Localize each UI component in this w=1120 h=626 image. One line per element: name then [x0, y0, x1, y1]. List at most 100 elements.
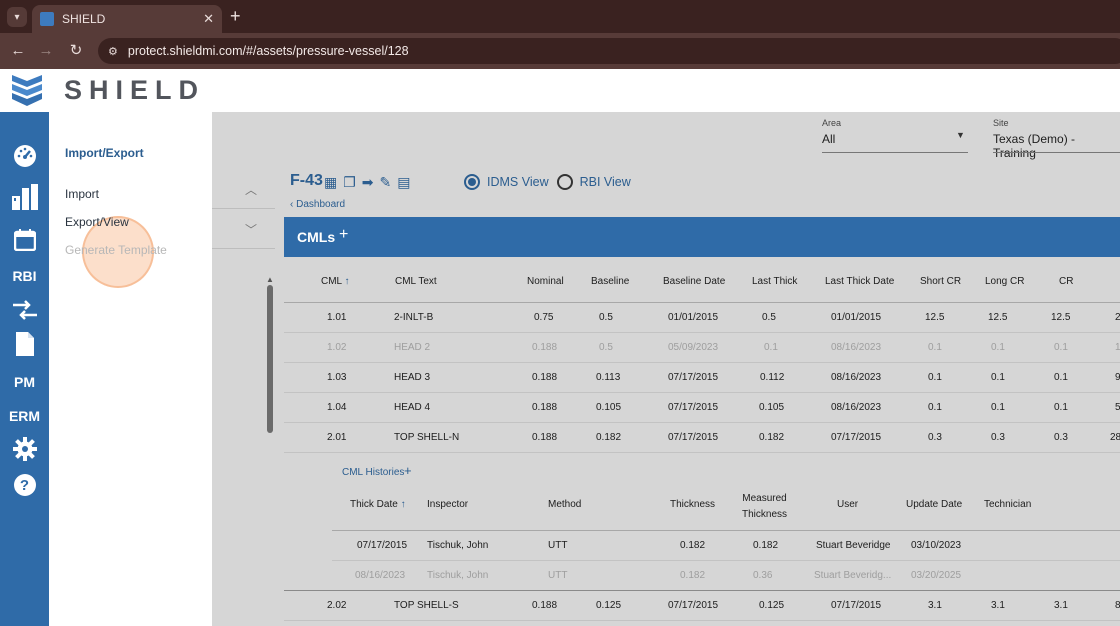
- col-cml-text[interactable]: CML Text: [395, 276, 437, 287]
- hcol-thickness[interactable]: Thickness: [670, 499, 715, 510]
- report-icon[interactable]: ▤: [397, 174, 410, 191]
- col-cr[interactable]: CR: [1059, 276, 1073, 287]
- cell-nominal: 0.188: [532, 402, 558, 413]
- area-filter[interactable]: Area All: [822, 118, 841, 146]
- add-cml-button[interactable]: +: [339, 226, 348, 244]
- rbi-view-radio[interactable]: [556, 174, 573, 190]
- calculator-icon[interactable]: ▦: [324, 174, 337, 191]
- submenu-item-generate-template[interactable]: Generate Template: [65, 243, 167, 257]
- radio-selected-dot: [468, 178, 476, 186]
- panel-row-1[interactable]: ︿: [212, 169, 275, 209]
- table-row[interactable]: 1.04 HEAD 4 0.188 0.105 07/17/2015 0.105…: [284, 393, 1120, 423]
- sort-asc-icon: ↑: [344, 276, 350, 287]
- hcol-measured-thickness[interactable]: Measured Thickness: [742, 491, 787, 523]
- cell-short-cr: 12.5: [925, 312, 945, 323]
- forward-arrow-icon[interactable]: →: [36, 41, 56, 61]
- logo-text: SHIELD: [64, 75, 206, 105]
- history-row[interactable]: 07/17/2015 Tischuk, John UTT 0.182 0.182…: [332, 531, 1120, 561]
- cell-baseline-date: 05/09/2023: [668, 342, 719, 353]
- table-row[interactable]: 2.01 TOP SHELL-N 0.188 0.182 07/17/2015 …: [284, 423, 1120, 453]
- scrollbar[interactable]: ▲: [266, 275, 274, 626]
- reload-icon[interactable]: ↻: [66, 41, 86, 61]
- chevron-up-icon[interactable]: ︿: [245, 181, 257, 198]
- area-dropdown-caret-icon[interactable]: ▼: [956, 130, 965, 140]
- dashboard-gauge-icon[interactable]: [0, 144, 49, 168]
- document-icon[interactable]: [0, 332, 49, 356]
- cell-extra: 5: [1115, 402, 1120, 413]
- hcol-method[interactable]: Method: [548, 499, 581, 510]
- col-baseline[interactable]: Baseline: [591, 276, 629, 287]
- calendar-icon[interactable]: [0, 229, 49, 251]
- url-field[interactable]: ⚙ protect.shieldmi.com/#/assets/pressure…: [98, 38, 1120, 64]
- tab-close-icon[interactable]: ✕: [203, 11, 214, 27]
- cell-extra: 28: [1110, 432, 1120, 443]
- table-row[interactable]: 2.02 TOP SHELL-S 0.188 0.125 07/17/2015 …: [284, 591, 1120, 621]
- nav-erm[interactable]: ERM: [0, 408, 49, 424]
- hcol-update-date[interactable]: Update Date: [906, 499, 962, 510]
- hcell-measured: 0.36: [753, 570, 773, 581]
- new-tab-button[interactable]: +: [230, 6, 241, 26]
- submenu-item-export-view[interactable]: Export/View: [65, 215, 129, 229]
- site-value: Texas (Demo) - Training: [993, 132, 1076, 160]
- shield-logo-icon[interactable]: [10, 73, 44, 109]
- help-icon[interactable]: ?: [0, 474, 49, 496]
- cell-cml-text: TOP SHELL-N: [394, 432, 460, 443]
- col-long-cr[interactable]: Long CR: [985, 276, 1024, 287]
- cell-baseline: 0.5: [599, 312, 613, 323]
- add-history-button[interactable]: +: [404, 463, 412, 478]
- dashboard-back-link[interactable]: ‹ Dashboard: [290, 199, 345, 210]
- back-arrow-icon[interactable]: ←: [8, 41, 28, 61]
- cell-cml-text: TOP SHELL-S: [394, 600, 459, 611]
- panel-row-2[interactable]: ﹀: [212, 209, 275, 249]
- hcol-thick-date[interactable]: Thick Date ↑: [350, 499, 406, 510]
- main-content: Area All ▼ Site Texas (Demo) - Training …: [212, 112, 1120, 626]
- cell-cml-text: HEAD 4: [394, 402, 431, 413]
- chevron-down-icon[interactable]: ﹀: [245, 221, 257, 238]
- cell-last-thick: 0.1: [764, 342, 778, 353]
- cell-baseline: 0.113: [596, 372, 621, 383]
- cell-cml: 2.02: [327, 600, 347, 611]
- scroll-up-arrow-icon[interactable]: ▲: [266, 275, 274, 284]
- table-row[interactable]: 1.01 2-INLT-B 0.75 0.5 01/01/2015 0.5 01…: [284, 303, 1120, 333]
- history-row[interactable]: 08/16/2023 Tischuk, John UTT 0.182 0.36 …: [332, 561, 1120, 591]
- arrow-right-icon[interactable]: ➡: [362, 174, 374, 191]
- col-nominal[interactable]: Nominal: [527, 276, 564, 287]
- tab-search-chevron-icon[interactable]: ▾: [7, 7, 27, 27]
- col-last-thick[interactable]: Last Thick: [752, 276, 797, 287]
- idms-view-label[interactable]: IDMS View: [487, 175, 549, 189]
- browser-tab[interactable]: SHIELD ✕: [32, 5, 222, 33]
- col-cml-label: CML: [321, 276, 342, 287]
- table-row[interactable]: 1.03 HEAD 3 0.188 0.113 07/17/2015 0.112…: [284, 363, 1120, 393]
- cell-nominal: 0.188: [532, 372, 558, 383]
- import-export-arrows-icon[interactable]: [0, 299, 49, 321]
- cell-cr: 0.1: [1054, 402, 1068, 413]
- site-settings-icon[interactable]: ⚙: [108, 45, 118, 58]
- table-row[interactable]: 1.02 HEAD 2 0.188 0.5 05/09/2023 0.1 08/…: [284, 333, 1120, 363]
- submenu-item-import[interactable]: Import: [65, 187, 99, 201]
- area-underline: [822, 152, 968, 153]
- idms-view-radio[interactable]: [464, 174, 480, 190]
- cell-cml-text: HEAD 2: [394, 342, 431, 353]
- facility-icon[interactable]: [0, 182, 49, 212]
- col-cml[interactable]: CML ↑: [321, 276, 350, 287]
- scrollbar-thumb[interactable]: [267, 285, 273, 433]
- nav-rbi-label: RBI: [12, 268, 37, 284]
- cell-baseline: 0.182: [596, 432, 622, 443]
- rbi-view-label[interactable]: RBI View: [580, 175, 631, 189]
- user-edit-icon[interactable]: ✎: [380, 174, 392, 191]
- nav-pm[interactable]: PM: [0, 374, 49, 390]
- cell-cml-text: HEAD 3: [394, 372, 431, 383]
- area-value: All: [822, 132, 836, 146]
- hcol-user[interactable]: User: [837, 499, 858, 510]
- nav-rbi[interactable]: RBI: [0, 268, 49, 284]
- cell-baseline: 0.105: [596, 402, 622, 413]
- settings-gear-icon[interactable]: [0, 437, 49, 461]
- col-baseline-date[interactable]: Baseline Date: [663, 276, 725, 287]
- hcol-technician[interactable]: Technician: [984, 499, 1031, 510]
- hcol-inspector[interactable]: Inspector: [427, 499, 468, 510]
- copy-icon[interactable]: ❐: [343, 174, 356, 191]
- col-last-thick-date[interactable]: Last Thick Date: [825, 276, 894, 287]
- site-filter[interactable]: Site Texas (Demo) - Training: [993, 118, 1120, 160]
- left-collapse-panel: ︿ ﹀: [212, 169, 275, 269]
- col-short-cr[interactable]: Short CR: [920, 276, 961, 287]
